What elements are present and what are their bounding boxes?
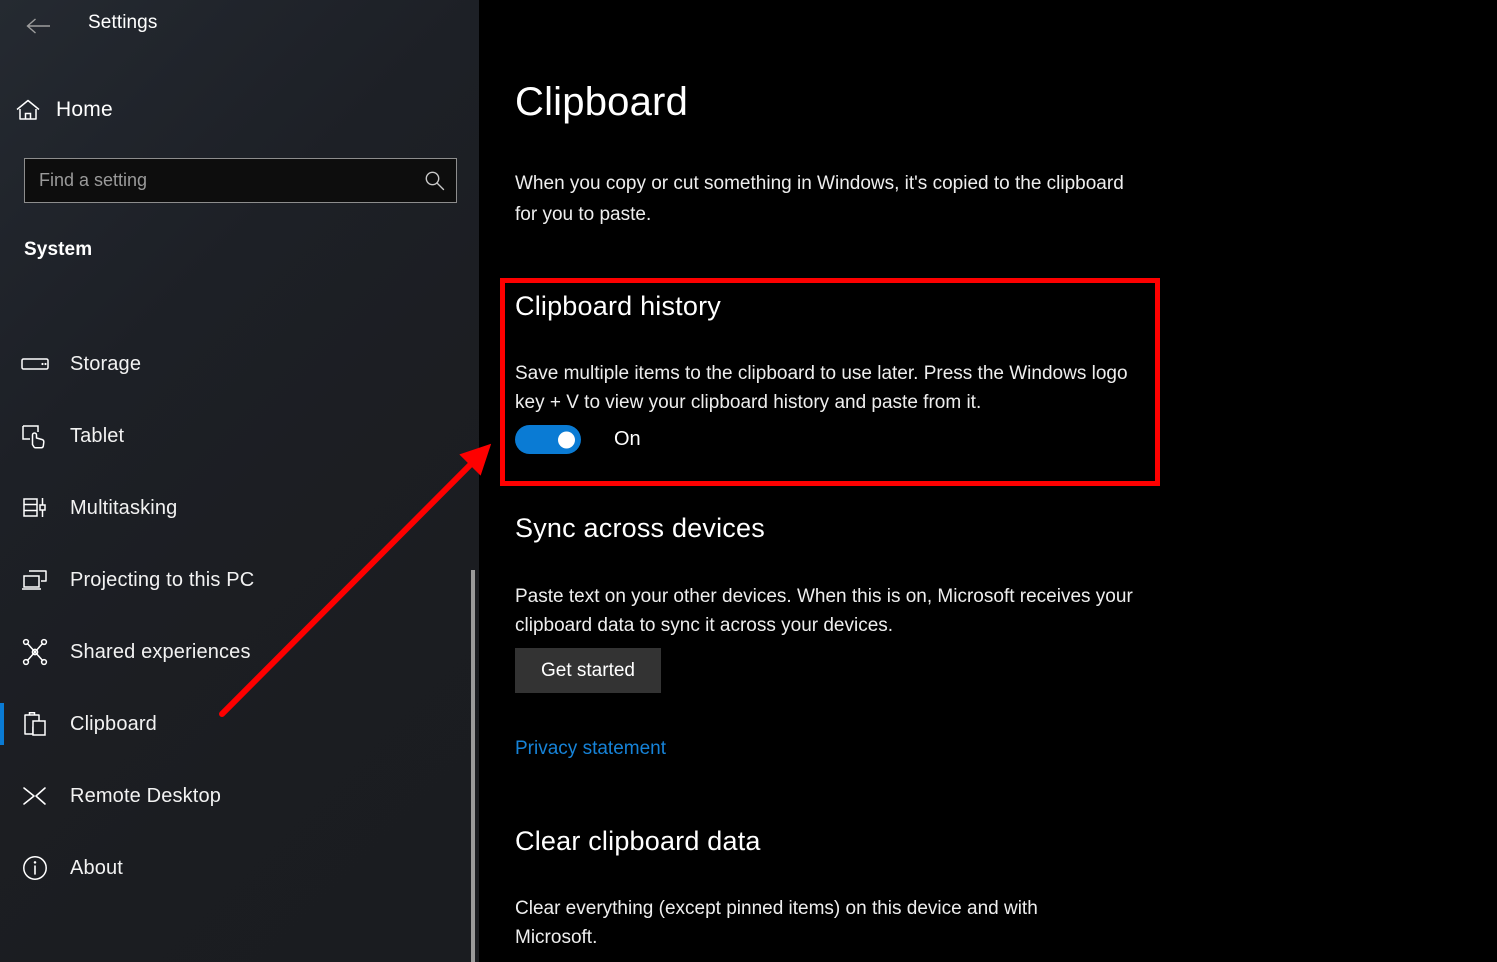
title-bar: Settings [0,0,479,52]
toggle-knob [558,431,575,448]
sidebar-item-multitasking[interactable]: Multitasking [0,472,479,544]
app-title: Settings [88,12,158,33]
sidebar-item-label: About [70,856,124,879]
info-circle-icon [0,854,70,882]
sync-across-devices-heading: Sync across devices [515,513,765,543]
sidebar-nav-list: Storage Tablet Multitasking Projecting t… [0,328,479,904]
sidebar-scrollbar[interactable] [471,570,475,962]
sidebar-item-home[interactable]: Home [0,90,479,130]
clipboard-icon [0,710,70,738]
sync-across-devices-description: Paste text on your other devices. When t… [515,586,1133,636]
sidebar-item-label: Storage [70,352,142,375]
sidebar: Settings Home System [0,0,479,962]
clipboard-history-toggle-state: On [614,428,641,450]
projecting-screens-icon [0,568,70,592]
clipboard-history-description: Save multiple items to the clipboard to … [515,363,1128,413]
get-started-button[interactable]: Get started [515,648,661,693]
sidebar-item-label: Remote Desktop [70,784,222,807]
sidebar-item-tablet[interactable]: Tablet [0,400,479,472]
remote-desktop-icon [0,784,70,808]
page-description: When you copy or cut something in Window… [515,173,1124,225]
clipboard-history-toggle-row: On [515,425,641,454]
selection-indicator [0,703,4,745]
sidebar-item-remote-desktop[interactable]: Remote Desktop [0,760,479,832]
sidebar-item-shared-experiences[interactable]: Shared experiences [0,616,479,688]
sidebar-item-label: Projecting to this PC [70,568,255,591]
sidebar-item-about[interactable]: About [0,832,479,904]
search-icon[interactable] [412,170,456,191]
search-input[interactable] [25,159,412,202]
main-content: Clipboard When you copy or cut something… [479,0,1497,962]
sidebar-item-label-home: Home [56,98,113,121]
sidebar-item-label: Multitasking [70,496,178,519]
privacy-statement-link[interactable]: Privacy statement [515,738,666,760]
search-box[interactable] [24,158,457,203]
clear-clipboard-data-heading: Clear clipboard data [515,826,761,856]
sidebar-item-projecting-to-this-pc[interactable]: Projecting to this PC [0,544,479,616]
home-icon [0,98,56,122]
clipboard-history-heading: Clipboard history [515,291,721,321]
sidebar-item-label: Tablet [70,424,125,447]
back-arrow-icon[interactable] [18,8,58,44]
page-title: Clipboard [515,80,689,124]
clipboard-history-toggle[interactable] [515,425,581,454]
shared-network-icon [0,638,70,666]
clear-clipboard-data-description: Clear everything (except pinned items) o… [515,898,1038,948]
sidebar-item-storage[interactable]: Storage [0,328,479,400]
sidebar-item-label: Shared experiences [70,640,251,663]
storage-drive-icon [0,355,70,373]
multitasking-icon [0,495,70,521]
sidebar-group-label: System [24,239,93,260]
tablet-touch-icon [0,422,70,450]
sidebar-item-label: Clipboard [70,712,157,735]
sidebar-item-clipboard[interactable]: Clipboard [0,688,479,760]
settings-window: Settings Home System [0,0,1497,962]
